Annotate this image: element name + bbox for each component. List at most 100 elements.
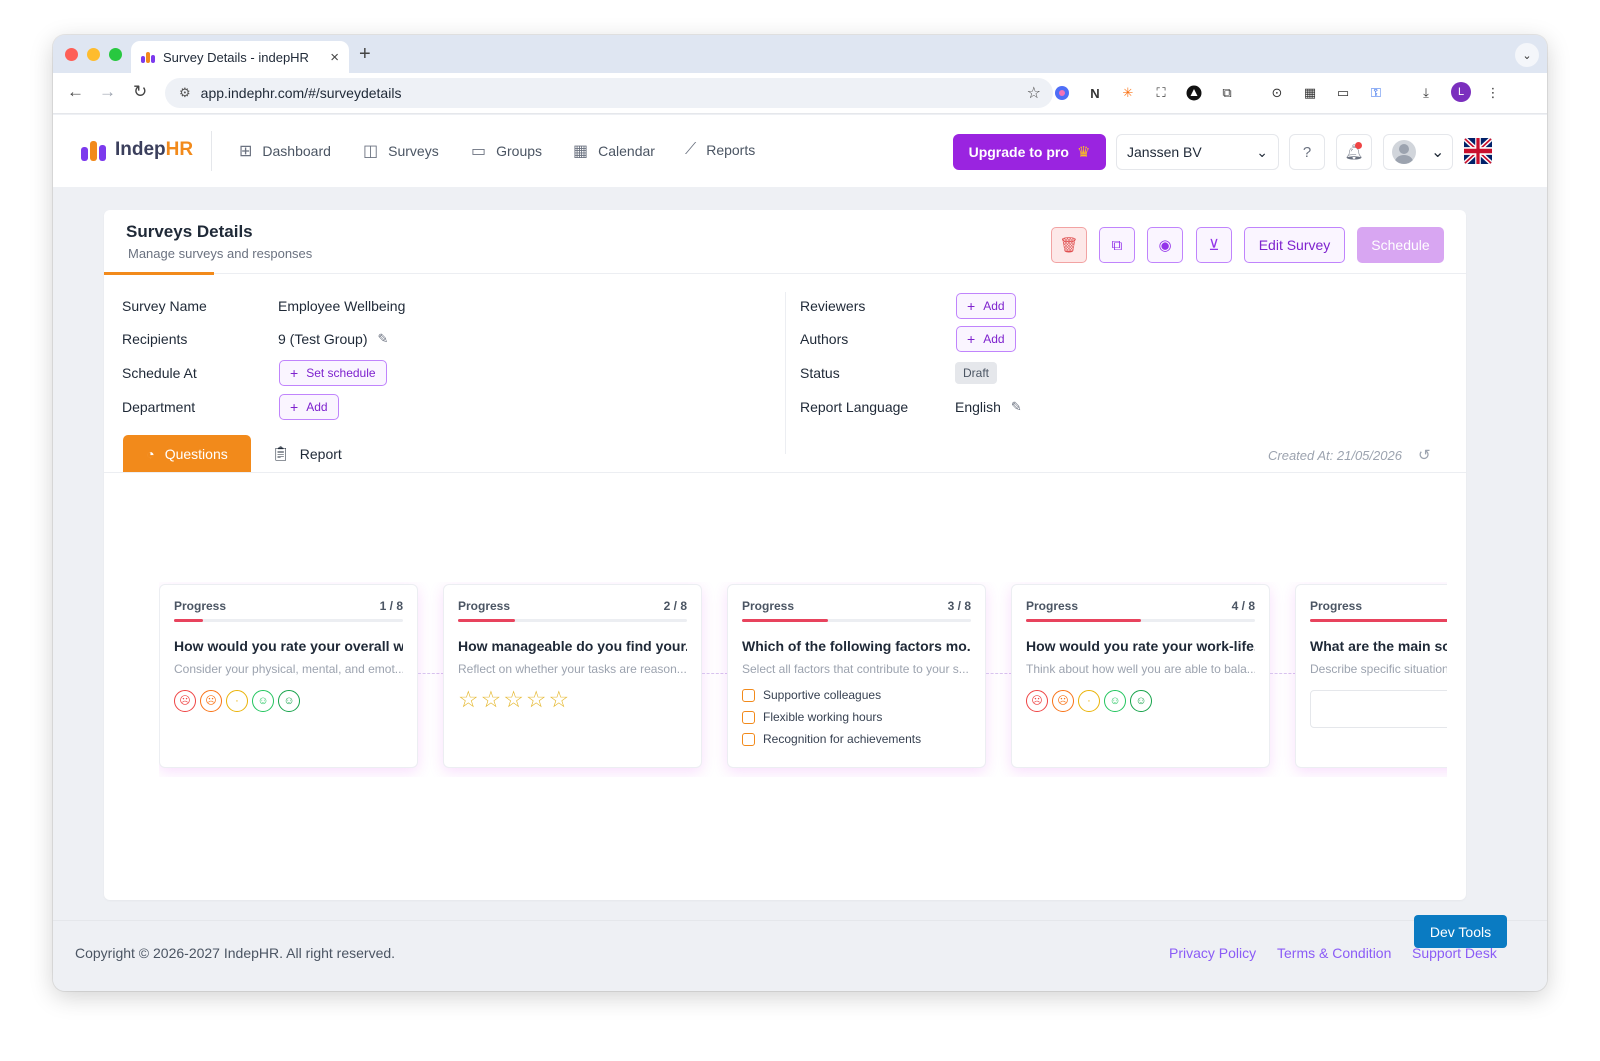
close-tab-icon[interactable]: ×: [330, 49, 339, 66]
nav-groups[interactable]: ▭ Groups: [471, 141, 542, 161]
star-icon[interactable]: ☆: [526, 688, 547, 711]
checkbox[interactable]: [742, 688, 755, 702]
help-button[interactable]: ?: [1289, 134, 1325, 170]
star-rating: ☆ ☆ ☆ ☆ ☆: [458, 688, 687, 711]
neutral-face-icon[interactable]: ·: [226, 690, 248, 712]
status-label: Status: [800, 365, 840, 381]
text-answer-input[interactable]: [1310, 690, 1447, 728]
privacy-policy-link[interactable]: Privacy Policy: [1169, 945, 1256, 961]
terms-condition-link[interactable]: Terms & Condition: [1277, 945, 1391, 961]
browser-profile-avatar[interactable]: L: [1451, 82, 1471, 102]
extension-dark-circle-icon[interactable]: [1185, 84, 1203, 102]
question-cards-strip[interactable]: Progress 1 / 8 How would you rate your ov…: [159, 582, 1447, 777]
delete-button[interactable]: 🗑︎: [1051, 227, 1087, 263]
company-select[interactable]: Janssen BV ⌄: [1116, 134, 1279, 170]
extension-notion-icon[interactable]: N: [1086, 84, 1104, 102]
tab-questions-label: Questions: [164, 445, 228, 462]
qr-code-icon[interactable]: ▦: [1301, 84, 1319, 102]
question-card[interactable]: Progress 3 / 8 Which of the following fac…: [727, 584, 986, 768]
survey-name-text: Employee Wellbeing: [278, 298, 406, 314]
checkbox[interactable]: [742, 710, 755, 724]
survey-name-value: Employee Wellbeing: [278, 298, 405, 314]
minimize-window-button[interactable]: [87, 48, 100, 61]
star-icon[interactable]: ☆: [458, 688, 479, 711]
user-menu[interactable]: ⌄: [1383, 134, 1453, 170]
nav-surveys[interactable]: ◫ Surveys: [363, 141, 439, 161]
new-tab-button[interactable]: +: [359, 43, 371, 66]
forward-arrow-icon[interactable]: →: [99, 82, 116, 102]
card-connector: [1270, 673, 1296, 674]
close-window-button[interactable]: [65, 48, 78, 61]
star-icon[interactable]: ☆: [549, 688, 570, 711]
extensions-puzzle-icon[interactable]: ⧉: [1218, 84, 1236, 102]
maximize-window-button[interactable]: [109, 48, 122, 61]
edit-pencil-icon[interactable]: ✎: [1011, 399, 1022, 415]
neutral-face-icon[interactable]: ·: [1078, 690, 1100, 712]
duplicate-button[interactable]: ⧉: [1099, 227, 1135, 263]
very-happy-face-icon[interactable]: ☺: [278, 690, 300, 712]
question-card[interactable]: Progress 2 / 8 How manageable do you find…: [443, 584, 702, 768]
preview-button[interactable]: ◉: [1147, 227, 1183, 263]
add-reviewer-button[interactable]: + Add: [956, 293, 1016, 319]
very-sad-face-icon[interactable]: ☹: [174, 690, 196, 712]
recipients-label: Recipients: [122, 331, 188, 347]
history-icon[interactable]: ↺: [1418, 446, 1431, 464]
extension-spark-icon[interactable]: ✳: [1119, 84, 1137, 102]
question-card[interactable]: Progress 4 / 8 How would you rate your wo…: [1011, 584, 1270, 768]
set-schedule-button[interactable]: + Set schedule: [279, 360, 387, 386]
star-icon[interactable]: ☆: [503, 688, 524, 711]
progress-bar: [742, 619, 971, 622]
tab-questions[interactable]: ◔ Questions: [123, 435, 251, 472]
address-bar[interactable]: ⚙ app.indephr.com/#/surveydetails ☆: [165, 78, 1053, 108]
dev-tools-button[interactable]: Dev Tools: [1414, 915, 1507, 948]
very-sad-face-icon[interactable]: ☹: [1026, 690, 1048, 712]
indephr-logo[interactable]: Indep HR: [81, 139, 193, 161]
back-arrow-icon[interactable]: ←: [67, 82, 84, 102]
uk-flag-icon[interactable]: [1464, 138, 1492, 164]
extension-globe-icon[interactable]: [1053, 84, 1071, 102]
nav-calendar[interactable]: ▦ Calendar: [573, 141, 655, 161]
download-icon[interactable]: ⤓: [1417, 84, 1435, 102]
edit-pencil-icon[interactable]: ✎: [377, 331, 388, 347]
inbox-button[interactable]: ⊻: [1196, 227, 1232, 263]
password-key-icon[interactable]: ⚿: [1367, 84, 1385, 102]
site-settings-icon[interactable]: ⚙: [179, 85, 191, 101]
notification-dot: [1355, 142, 1362, 149]
report-language-value: English ✎: [955, 399, 1022, 415]
add-author-button[interactable]: + Add: [956, 326, 1016, 352]
notifications-button[interactable]: 🔔︎: [1336, 134, 1372, 170]
edit-survey-button[interactable]: Edit Survey: [1244, 227, 1345, 263]
happy-face-icon[interactable]: ☺: [252, 690, 274, 712]
sad-face-icon[interactable]: ☹: [200, 690, 222, 712]
reading-mode-icon[interactable]: ▭: [1334, 84, 1352, 102]
tab-report[interactable]: 📋︎ Report: [272, 435, 342, 472]
question-title: How manageable do you find your...: [458, 638, 687, 654]
nav-reports[interactable]: ⟋ Reports: [685, 141, 755, 159]
nav-dashboard[interactable]: ⊞ Dashboard: [239, 141, 331, 161]
browser-menu-icon[interactable]: ⋮: [1484, 84, 1502, 102]
page-title: Surveys Details: [126, 222, 253, 241]
question-card[interactable]: Progress What are the main sou Describe …: [1295, 584, 1447, 768]
plus-icon: +: [967, 331, 976, 347]
browser-tab-active[interactable]: Survey Details - indepHR ×: [131, 41, 349, 73]
checkbox-option[interactable]: Flexible working hours: [742, 706, 971, 728]
plus-icon: +: [290, 365, 299, 381]
bookmark-star-icon[interactable]: ☆: [1027, 83, 1041, 103]
sad-face-icon[interactable]: ☹: [1052, 690, 1074, 712]
extension-camera-icon[interactable]: ⊙: [1268, 84, 1286, 102]
reload-icon[interactable]: ↻: [133, 82, 147, 102]
happy-face-icon[interactable]: ☺: [1104, 690, 1126, 712]
tab-search-chevron-icon[interactable]: ⌄: [1515, 43, 1539, 67]
checkbox[interactable]: [742, 732, 755, 746]
option-label: Supportive colleagues: [763, 688, 882, 702]
very-happy-face-icon[interactable]: ☺: [1130, 690, 1152, 712]
checkbox-option[interactable]: Recognition for achievements: [742, 728, 971, 750]
upgrade-to-pro-button[interactable]: Upgrade to pro ♛: [953, 134, 1106, 170]
extension-screenshot-icon[interactable]: ⛶: [1152, 84, 1170, 102]
star-icon[interactable]: ☆: [481, 688, 502, 711]
checkbox-option[interactable]: Supportive colleagues: [742, 684, 971, 706]
question-card[interactable]: Progress 1 / 8 How would you rate your ov…: [159, 584, 418, 768]
add-department-button[interactable]: + Add: [279, 394, 339, 420]
nav-reports-label: Reports: [706, 142, 756, 158]
schedule-button[interactable]: Schedule: [1357, 227, 1444, 263]
